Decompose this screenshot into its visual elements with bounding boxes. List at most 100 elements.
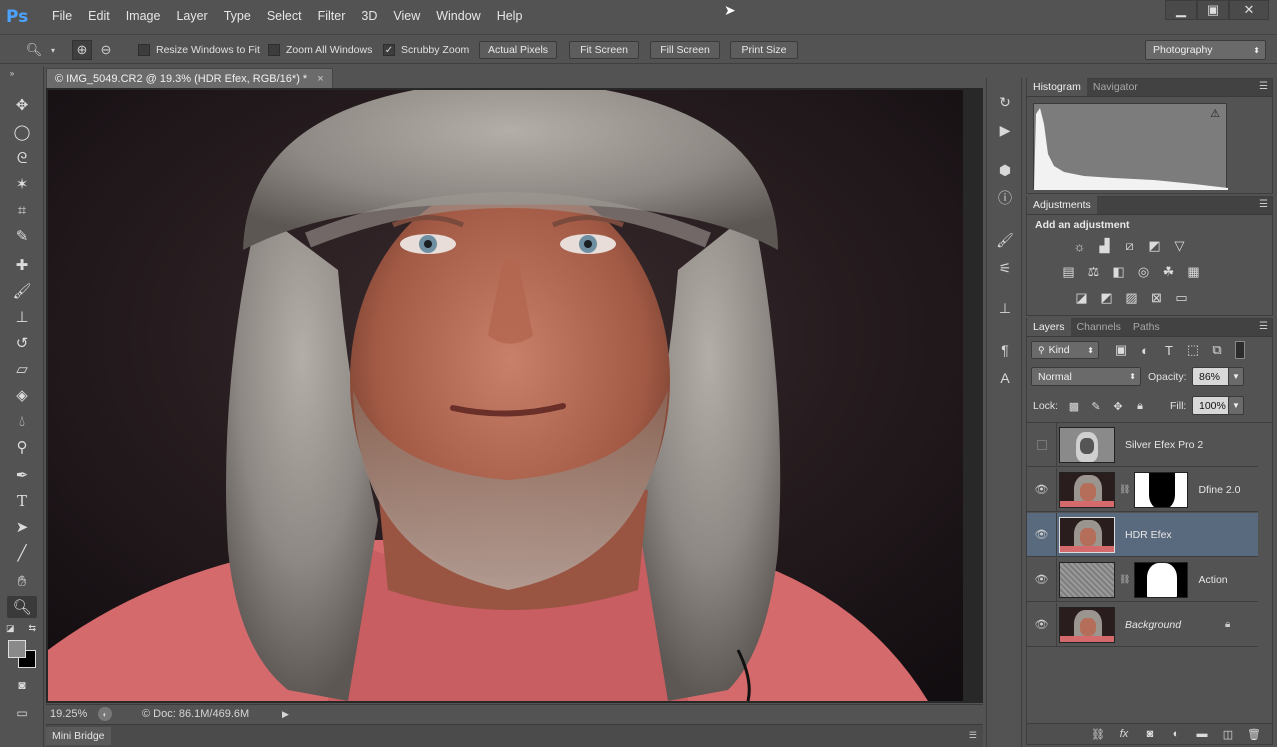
filter-smart-object-button[interactable]: ⧉: [1207, 341, 1227, 359]
workspace-switcher[interactable]: Photography ⬍: [1145, 40, 1266, 60]
fill-slider-button[interactable]: ▼: [1228, 396, 1244, 415]
line-tool[interactable]: ╱: [7, 542, 37, 564]
paint-bucket-tool[interactable]: ◈: [7, 384, 37, 406]
layer-row[interactable]: 👁︎ ⛓ Action: [1027, 557, 1258, 602]
blend-mode-select[interactable]: Normal ⬍: [1031, 367, 1141, 386]
clone-source-button[interactable]: ⊥: [995, 298, 1015, 318]
tab-layers[interactable]: Layers: [1027, 318, 1071, 336]
layer-visibility-toggle[interactable]: 👁︎: [1027, 602, 1057, 647]
resize-windows-option[interactable]: Resize Windows to Fit: [138, 41, 260, 59]
lock-all-button[interactable]: 🔒︎: [1131, 397, 1149, 415]
minimize-button[interactable]: ▁: [1165, 0, 1197, 20]
close-button[interactable]: ✕: [1229, 0, 1269, 20]
dodge-tool[interactable]: ⚲: [7, 436, 37, 458]
brush-presets-button[interactable]: 🖌︎: [995, 230, 1015, 250]
add-mask-button[interactable]: ◙: [1140, 725, 1160, 743]
invert-button[interactable]: ◪: [1069, 287, 1094, 309]
panel-menu-icon[interactable]: ☰: [1259, 199, 1268, 210]
panel-menu-icon[interactable]: ☰: [969, 730, 977, 741]
layer-style-button[interactable]: fx: [1114, 725, 1134, 743]
crop-tool[interactable]: ⌗: [7, 199, 37, 221]
marquee-tool[interactable]: ◯: [7, 121, 37, 143]
close-document-icon[interactable]: ×: [317, 73, 323, 85]
paragraph-panel-button[interactable]: ¶: [995, 340, 1015, 360]
new-adjustment-button[interactable]: ◐: [1166, 725, 1186, 743]
levels-button[interactable]: ▟: [1092, 235, 1117, 257]
filter-pixel-button[interactable]: ▣: [1111, 341, 1131, 359]
actual-pixels-button[interactable]: Actual Pixels: [479, 41, 557, 59]
lock-transparent-button[interactable]: ▩: [1065, 397, 1083, 415]
tab-adjustments[interactable]: Adjustments: [1027, 196, 1097, 214]
link-layers-button[interactable]: ⛓: [1088, 725, 1108, 743]
tab-histogram[interactable]: Histogram: [1027, 78, 1087, 96]
eyedropper-tool[interactable]: ✎: [7, 225, 37, 247]
panel-menu-icon[interactable]: ☰: [1259, 321, 1268, 332]
zoom-level[interactable]: 19.25%: [50, 708, 90, 720]
menu-view[interactable]: View: [385, 0, 428, 33]
layer-visibility-toggle[interactable]: 👁︎: [1027, 467, 1057, 512]
zoom-all-checkbox[interactable]: [268, 44, 280, 56]
layer-row[interactable]: 👁︎ Background 🔒︎: [1027, 602, 1258, 647]
move-tool[interactable]: ✥: [7, 94, 37, 116]
zoom-all-option[interactable]: Zoom All Windows: [268, 41, 372, 59]
warning-icon[interactable]: ⚠: [1210, 107, 1220, 120]
new-layer-button[interactable]: ◫: [1218, 725, 1238, 743]
color-swap-controls[interactable]: ◪ ⇆: [6, 622, 36, 634]
document-tab[interactable]: © IMG_5049.CR2 @ 19.3% (HDR Efex, RGB/16…: [46, 68, 333, 88]
filter-type-button[interactable]: T: [1159, 341, 1179, 359]
menu-layer[interactable]: Layer: [168, 0, 215, 33]
zoom-tool[interactable]: 🔍︎: [7, 596, 37, 618]
character-panel-button[interactable]: A: [995, 368, 1015, 388]
resize-windows-checkbox[interactable]: [138, 44, 150, 56]
mini-bridge-tab[interactable]: Mini Bridge: [46, 727, 111, 745]
hand-tool[interactable]: ✋︎: [7, 570, 37, 592]
eraser-tool[interactable]: ▱: [7, 358, 37, 380]
gradient-map-button[interactable]: ⊠: [1144, 287, 1169, 309]
lasso-tool[interactable]: ᘓ: [7, 147, 37, 169]
threshold-button[interactable]: ▨: [1119, 287, 1144, 309]
maximize-button[interactable]: ▣: [1197, 0, 1229, 20]
layer-lock-icon[interactable]: 🔒︎: [1225, 619, 1230, 630]
tab-navigator[interactable]: Navigator: [1087, 78, 1144, 96]
quick-mask-button[interactable]: ◙: [7, 674, 37, 696]
filter-toggle[interactable]: [1235, 341, 1245, 359]
path-selection-tool[interactable]: ➤: [7, 516, 37, 538]
history-panel-button[interactable]: ↻: [995, 92, 1015, 112]
layer-filter-kind[interactable]: ⚲ Kind ⬍: [1031, 341, 1099, 359]
brightness-contrast-button[interactable]: ☼: [1067, 235, 1092, 257]
layer-row[interactable]: Silver Efex Pro 2: [1027, 422, 1258, 467]
screen-mode-button[interactable]: ▭: [7, 702, 37, 724]
delete-layer-button[interactable]: 🗑︎: [1244, 725, 1264, 743]
layer-row-selected[interactable]: 👁︎ HDR Efex: [1027, 512, 1258, 557]
clone-stamp-tool[interactable]: ⊥: [7, 306, 37, 328]
filter-shape-button[interactable]: ⬚: [1183, 341, 1203, 359]
scrubby-zoom-option[interactable]: ✓ Scrubby Zoom: [383, 41, 469, 59]
panel-menu-icon[interactable]: ☰: [1259, 81, 1268, 92]
print-size-button[interactable]: Print Size: [730, 41, 798, 59]
curves-button[interactable]: ⧄: [1117, 235, 1142, 257]
blur-tool[interactable]: 💧︎: [7, 410, 37, 432]
lock-position-button[interactable]: ✥: [1109, 397, 1127, 415]
exposure-button[interactable]: ◩: [1142, 235, 1167, 257]
fill-screen-button[interactable]: Fill Screen: [650, 41, 720, 59]
magic-wand-tool[interactable]: ✶: [7, 173, 37, 195]
layer-visibility-toggle[interactable]: 👁︎: [1027, 557, 1057, 602]
menu-window[interactable]: Window: [428, 0, 488, 33]
status-menu-arrow-icon[interactable]: ▶: [282, 709, 289, 720]
layer-mask-thumbnail[interactable]: [1134, 471, 1189, 508]
menu-help[interactable]: Help: [489, 0, 531, 33]
link-icon[interactable]: ⛓: [1119, 574, 1130, 585]
opacity-slider-button[interactable]: ▼: [1228, 367, 1244, 386]
zoom-in-button[interactable]: ⊕: [72, 40, 92, 60]
layer-visibility-toggle[interactable]: [1027, 422, 1057, 467]
menu-type[interactable]: Type: [216, 0, 259, 33]
info-panel-button[interactable]: ⓘ: [995, 188, 1015, 208]
menu-filter[interactable]: Filter: [310, 0, 354, 33]
selective-color-button[interactable]: ▭: [1169, 287, 1194, 309]
3d-panel-button[interactable]: ⬢: [995, 160, 1015, 180]
fit-screen-button[interactable]: Fit Screen: [569, 41, 639, 59]
black-white-button[interactable]: ◧: [1106, 261, 1131, 283]
healing-brush-tool[interactable]: ✚: [7, 254, 37, 276]
layer-row[interactable]: 👁︎ ⛓ Dfine 2.0: [1027, 467, 1258, 512]
tools-collapse-button[interactable]: »: [6, 68, 18, 78]
